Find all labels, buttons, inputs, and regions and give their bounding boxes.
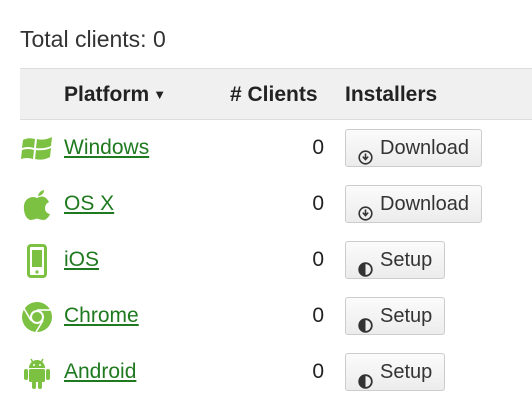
clients-table: Platform ▼ # Clients Installers Windows 0… <box>20 68 532 400</box>
button-label: Download <box>380 137 469 159</box>
table-header: Platform ▼ # Clients Installers <box>20 68 532 120</box>
client-count: 0 <box>312 304 324 327</box>
button-label: Setup <box>380 305 433 327</box>
client-count: 0 <box>312 136 324 159</box>
clients-column-header: # Clients <box>230 83 318 106</box>
client-count: 0 <box>312 192 324 215</box>
table-row: Chrome 0 Setup <box>20 288 532 344</box>
download-icon <box>358 141 373 165</box>
android-icon <box>20 356 54 390</box>
apple-icon <box>20 188 54 222</box>
table-row: iOS 0 Setup <box>20 232 532 288</box>
table-row: OS X 0 Download <box>20 176 532 232</box>
client-count: 0 <box>312 248 324 271</box>
platform-link-chrome[interactable]: Chrome <box>64 288 139 344</box>
button-label: Setup <box>380 361 433 383</box>
half-circle-icon <box>358 365 373 389</box>
download-icon <box>358 197 373 221</box>
setup-ios-button[interactable]: Setup <box>345 241 446 279</box>
platform-header-label: Platform <box>64 83 150 106</box>
setup-chrome-button[interactable]: Setup <box>345 297 446 335</box>
windows-icon <box>20 132 54 166</box>
table-row: Windows 0 Download <box>20 120 532 176</box>
button-label: Download <box>380 193 469 215</box>
phone-icon <box>20 244 54 278</box>
platform-column-header[interactable]: Platform ▼ <box>64 69 166 121</box>
client-count: 0 <box>312 360 324 383</box>
half-circle-icon <box>358 309 373 333</box>
sort-arrow-icon: ▼ <box>153 87 167 102</box>
total-clients-label: Total clients: 0 <box>20 26 166 52</box>
platform-link-windows[interactable]: Windows <box>64 120 149 176</box>
platform-link-ios[interactable]: iOS <box>64 232 99 288</box>
download-osx-button[interactable]: Download <box>345 185 482 223</box>
installers-column-header: Installers <box>345 83 438 106</box>
download-windows-button[interactable]: Download <box>345 129 482 167</box>
button-label: Setup <box>380 249 433 271</box>
setup-android-button[interactable]: Setup <box>345 353 446 391</box>
platform-link-android[interactable]: Android <box>64 344 136 400</box>
half-circle-icon <box>358 253 373 277</box>
table-row: Android 0 Setup <box>20 344 532 400</box>
platform-link-osx[interactable]: OS X <box>64 176 114 232</box>
chrome-icon <box>20 300 54 334</box>
